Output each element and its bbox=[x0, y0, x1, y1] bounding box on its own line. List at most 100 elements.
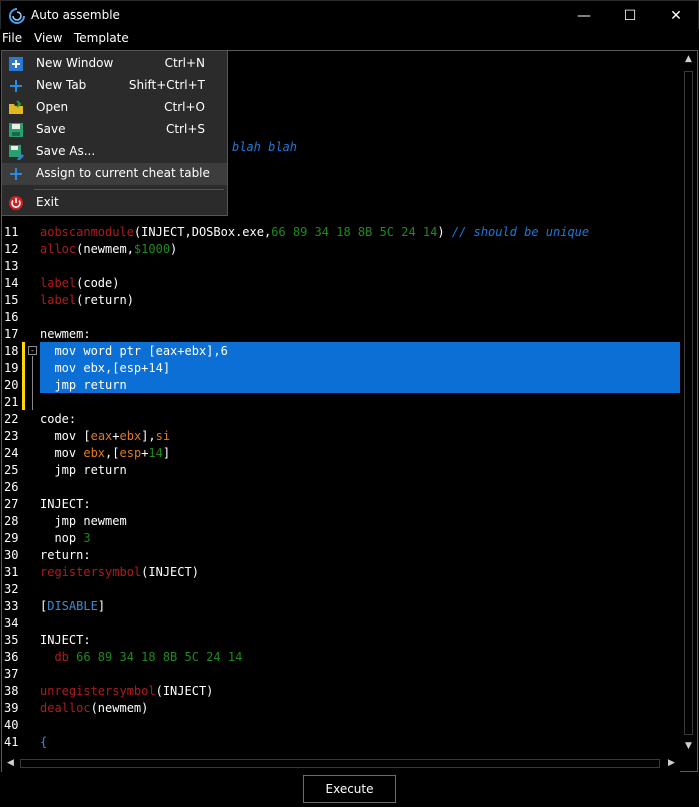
number: 14 bbox=[148, 446, 163, 460]
close-button[interactable]: ✕ bbox=[653, 1, 699, 31]
scroll-right-icon[interactable]: ▶ bbox=[663, 755, 680, 772]
bracket: [ bbox=[83, 429, 91, 443]
power-icon bbox=[9, 196, 23, 210]
title-bar: Auto assemble — ☐ ✕ bbox=[0, 0, 699, 30]
scroll-down-icon[interactable]: ▼ bbox=[680, 738, 697, 755]
line-number: 26 bbox=[4, 480, 19, 494]
line-number: 14 bbox=[4, 276, 19, 290]
window-title: Auto assemble bbox=[31, 8, 120, 22]
menu-item-save[interactable]: Save Ctrl+S bbox=[2, 119, 227, 141]
code-line-31: registersymbol(INJECT) bbox=[40, 564, 199, 581]
line-number: 35 bbox=[4, 633, 19, 647]
menu-label: Save As... bbox=[36, 144, 96, 158]
scroll-left-icon[interactable]: ◀ bbox=[2, 755, 19, 772]
menu-file[interactable]: File bbox=[0, 29, 24, 49]
bracket: ] bbox=[97, 599, 106, 613]
register: ebx bbox=[83, 446, 106, 460]
line-number: 16 bbox=[4, 310, 19, 324]
line-number: 17 bbox=[4, 327, 19, 341]
line-number: 15 bbox=[4, 293, 19, 307]
instruction: jmp return bbox=[40, 463, 127, 477]
instruction: jmp newmem bbox=[40, 514, 127, 528]
line-number: 28 bbox=[4, 514, 19, 528]
paren: ) bbox=[170, 242, 178, 256]
menu-item-open[interactable]: Open Ctrl+O bbox=[2, 97, 227, 119]
maximize-button[interactable]: ☐ bbox=[607, 1, 653, 31]
line-number: 19 bbox=[4, 361, 19, 375]
menu-label: New Tab bbox=[36, 78, 87, 92]
menu-item-save-as[interactable]: Save As... bbox=[2, 141, 227, 163]
paren: ) bbox=[437, 225, 445, 239]
menu-bar: File View Template bbox=[0, 29, 699, 49]
args: (code) bbox=[76, 276, 120, 290]
label: code: bbox=[40, 412, 77, 426]
menu-shortcut: Ctrl+S bbox=[165, 122, 205, 136]
line-number: 37 bbox=[4, 667, 19, 681]
menu-label: Save bbox=[36, 122, 66, 136]
directive: label bbox=[40, 293, 77, 307]
line-number: 27 bbox=[4, 497, 19, 511]
code-line-27: INJECT: bbox=[40, 496, 91, 513]
line-number: 38 bbox=[4, 684, 19, 698]
code-line-11: aobscanmodule(INJECT,DOSBox.exe,66 89 34… bbox=[40, 224, 589, 241]
instruction: mov bbox=[40, 446, 84, 460]
line-number: 13 bbox=[4, 259, 19, 273]
execute-button[interactable]: Execute bbox=[303, 775, 396, 803]
line-number: 40 bbox=[4, 718, 19, 732]
bracket: ] bbox=[162, 446, 171, 460]
fold-toggle-icon[interactable]: - bbox=[28, 346, 37, 355]
menu-item-assign-cheat-table[interactable]: Assign to current cheat table bbox=[2, 163, 227, 185]
directive: dealloc bbox=[40, 701, 91, 715]
code-line-38: unregistersymbol(INJECT) bbox=[40, 683, 213, 700]
directive: alloc bbox=[40, 242, 77, 256]
code-line-41: { bbox=[40, 734, 47, 751]
horizontal-scrollbar[interactable]: ◀ ▶ bbox=[2, 755, 680, 772]
code-line-28: jmp newmem bbox=[40, 513, 127, 530]
vertical-scroll-thumb[interactable] bbox=[684, 71, 693, 735]
code-line-36: db 66 89 34 18 8B 5C 24 14 bbox=[40, 649, 242, 666]
operator: + bbox=[112, 429, 120, 443]
line-number: 39 bbox=[4, 701, 19, 715]
line-number: 12 bbox=[4, 242, 19, 256]
byte-pattern: 66 89 34 18 8B 5C 24 14 bbox=[271, 225, 438, 239]
code-line-17: newmem: bbox=[40, 326, 91, 343]
code-line-30: return: bbox=[40, 547, 91, 564]
menu-view[interactable]: View bbox=[32, 29, 64, 49]
fold-guide bbox=[32, 356, 33, 410]
save-as-icon bbox=[9, 145, 24, 160]
label: INJECT: bbox=[40, 633, 91, 647]
label: INJECT: bbox=[40, 497, 91, 511]
label: return: bbox=[40, 548, 91, 562]
menu-item-new-window[interactable]: New Window Ctrl+N bbox=[2, 53, 227, 75]
menu-item-exit[interactable]: Exit bbox=[2, 192, 227, 214]
instruction: mov bbox=[40, 429, 84, 443]
line-number: 30 bbox=[4, 548, 19, 562]
args: (INJECT) bbox=[141, 565, 199, 579]
line-number: 25 bbox=[4, 463, 19, 477]
menu-template[interactable]: Template bbox=[72, 29, 131, 49]
line-number: 21 bbox=[4, 395, 19, 409]
code-line-18: mov word ptr [eax+ebx],6 bbox=[40, 343, 227, 360]
code-line-23: mov [eax+ebx],si bbox=[40, 428, 170, 445]
line-number: 11 bbox=[4, 225, 19, 239]
line-number: 41 bbox=[4, 735, 19, 749]
code-line-19: mov ebx,[esp+14] bbox=[40, 360, 170, 377]
code-line-22: code: bbox=[40, 411, 76, 428]
code-line-24: mov ebx,[esp+14] bbox=[40, 445, 170, 462]
instruction: mov ebx,[esp+14] bbox=[40, 361, 171, 375]
register: esp bbox=[119, 446, 142, 460]
code-line-15: label(return) bbox=[40, 292, 134, 309]
menu-separator bbox=[34, 189, 224, 190]
number: $1000 bbox=[133, 242, 171, 256]
minimize-button[interactable]: — bbox=[561, 1, 607, 31]
comment-text: // should be unique bbox=[451, 225, 590, 239]
cheat-engine-icon bbox=[9, 8, 25, 24]
instruction: nop bbox=[40, 531, 84, 545]
vertical-scrollbar[interactable]: ▲ ▼ bbox=[680, 51, 697, 755]
menu-shortcut: Ctrl+O bbox=[164, 100, 205, 114]
modified-lines-marker bbox=[22, 342, 25, 410]
code-line-33: [DISABLE] bbox=[40, 598, 105, 615]
horizontal-scroll-thumb[interactable] bbox=[20, 759, 660, 768]
menu-item-new-tab[interactable]: New Tab Shift+Ctrl+T bbox=[2, 75, 227, 97]
scroll-up-icon[interactable]: ▲ bbox=[680, 51, 697, 68]
